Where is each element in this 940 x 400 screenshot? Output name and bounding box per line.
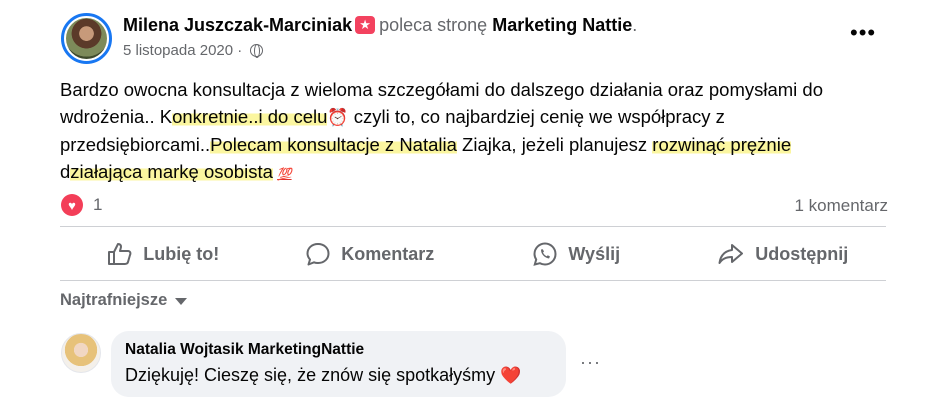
reactions-summary[interactable]: ♥ 1 <box>61 194 102 216</box>
comment-body: Dziękuję! Cieszę się, że znów się spotka… <box>125 365 496 385</box>
post-date-link[interactable]: 5 listopada 2020 <box>123 42 233 59</box>
text-part-4: d <box>60 161 71 182</box>
comment-count-link[interactable]: 1 komentarz <box>794 196 888 216</box>
commenter-avatar[interactable] <box>61 333 101 373</box>
post-options-icon[interactable]: ••• <box>850 22 876 44</box>
send-button[interactable]: Wyślij <box>473 232 680 276</box>
text-part-3: Ziajka, jeżeli planujesz <box>456 134 653 155</box>
post-header: Milena Juszczak-Marciniak poleca stronę M… <box>123 14 637 36</box>
like-label: Lubię to! <box>143 243 220 264</box>
highlight-2: Polecam konsultacje z Natalia <box>210 134 457 155</box>
thumbs-up-icon <box>108 243 132 265</box>
header-period: . <box>632 15 638 35</box>
caret-down-icon <box>175 298 188 305</box>
like-button[interactable]: Lubię to! <box>60 232 267 276</box>
highlight-4: ziałająca markę osobista <box>70 161 273 182</box>
comment-text: Dziękuję! Cieszę się, że znów się spotka… <box>125 362 552 389</box>
share-label: Udostępnij <box>755 243 849 264</box>
comment-label: Komentarz <box>341 243 435 264</box>
comment-sort-dropdown[interactable]: Najtrafniejsze <box>60 291 188 310</box>
author-photo <box>66 18 107 59</box>
recommends-text: poleca stronę <box>379 15 488 35</box>
alarm-clock-icon: ⏰ <box>327 108 349 127</box>
post-actions-bar: Lubię to! Komentarz Wyślij Udostępnij <box>60 232 886 276</box>
author-avatar[interactable] <box>61 13 112 64</box>
comment-button[interactable]: Komentarz <box>267 232 474 276</box>
sort-label: Najtrafniejsze <box>60 291 168 309</box>
divider <box>60 226 886 227</box>
share-arrow-icon <box>718 244 744 264</box>
reaction-count: 1 <box>93 195 103 214</box>
comment-bubble-icon <box>306 243 330 266</box>
whatsapp-icon <box>533 242 557 266</box>
facebook-recommendation-post: Milena Juszczak-Marciniak poleca stronę M… <box>0 0 940 400</box>
highlight-1: onkretnie..i do celu <box>172 106 328 127</box>
author-name-link[interactable]: Milena Juszczak-Marciniak <box>123 15 352 35</box>
heart-icon: ♥ <box>61 194 83 216</box>
highlight-3: rozwinąć prężnie <box>652 134 792 155</box>
red-heart-icon: ❤️ <box>500 366 522 385</box>
comment-author-link[interactable]: Natalia Wojtasik MarketingNattie <box>125 340 552 360</box>
comment-bubble: Natalia Wojtasik MarketingNattie Dziękuj… <box>111 331 566 397</box>
send-label: Wyślij <box>568 243 621 264</box>
comment-options-icon[interactable]: ··· <box>580 352 601 373</box>
globe-icon[interactable] <box>250 44 264 58</box>
post-meta: 5 listopada 2020 · <box>123 42 264 59</box>
divider <box>60 280 886 281</box>
share-button[interactable]: Udostępnij <box>680 232 887 276</box>
post-body-text: Bardzo owocna konsultacja z wieloma szcz… <box>60 76 890 188</box>
page-name-link[interactable]: Marketing Nattie <box>492 15 632 35</box>
hundred-points-icon: 💯 <box>276 167 294 181</box>
date-separator: · <box>237 42 243 59</box>
recommendation-star-icon <box>355 15 376 35</box>
